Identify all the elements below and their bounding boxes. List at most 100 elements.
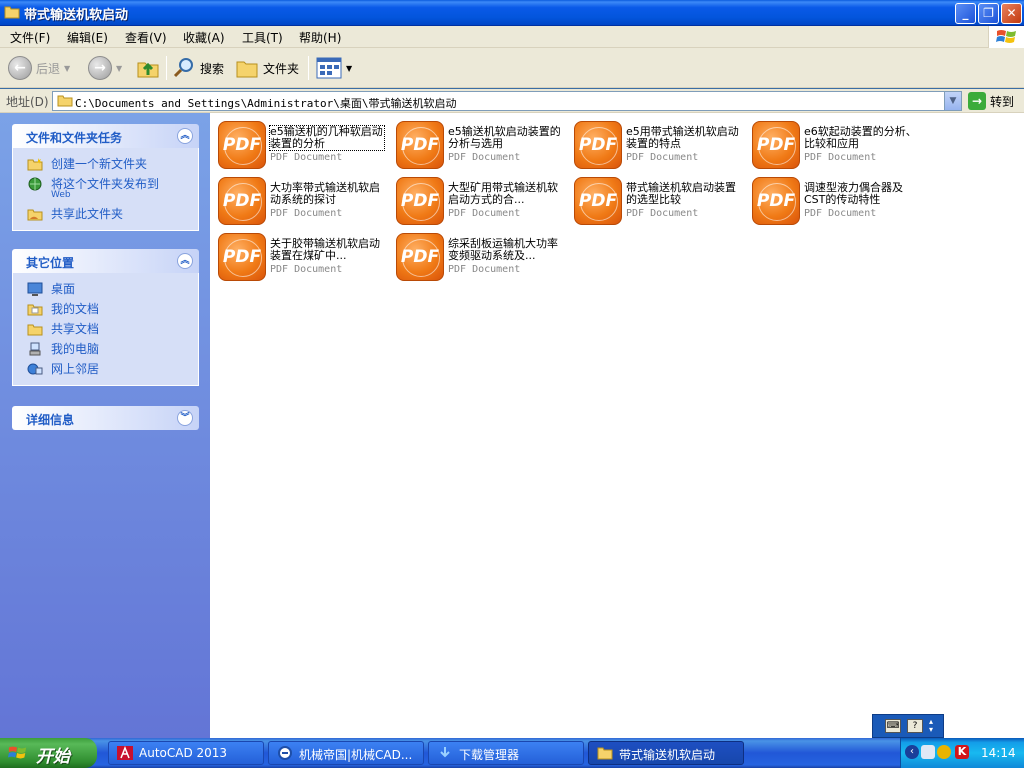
qq-icon[interactable] — [937, 745, 951, 759]
file-list: PDF e5输送机的几种软启动装置的分析 PDF Document PDF e5… — [210, 113, 1024, 738]
start-button[interactable]: 开始 — [0, 738, 97, 768]
place-network[interactable]: 网上邻居 — [13, 359, 198, 379]
details-panel: 详细信息 ︾ — [12, 406, 199, 430]
file-item[interactable]: PDF e5输送机软启动装置的分析与选用 PDF Document — [392, 117, 570, 173]
share-folder-icon — [27, 209, 43, 221]
back-arrow-icon: ← — [8, 56, 32, 80]
file-name: e5输送机软启动装置的分析与选用 — [448, 125, 561, 150]
task-pane: 文件和文件夹任务 ︽ 创建一个新文件夹 将这个文件夹发布到 Web 共享此文件夹… — [0, 113, 210, 738]
publish-web-link[interactable]: 将这个文件夹发布到 Web — [13, 174, 198, 204]
file-item[interactable]: PDF e6软起动装置的分析、比较和应用 PDF Document — [748, 117, 926, 173]
place-shared-documents[interactable]: 共享文档 — [13, 319, 198, 339]
go-button[interactable]: → 转到 — [968, 92, 1014, 110]
menu-tools[interactable]: 工具(T) — [242, 29, 283, 46]
windows-flag-icon — [996, 30, 1016, 43]
task-autocad[interactable]: AutoCAD 2013 — [108, 741, 264, 765]
go-arrow-icon: → — [968, 92, 986, 110]
create-folder-link[interactable]: 创建一个新文件夹 — [13, 154, 198, 174]
menu-favorites[interactable]: 收藏(A) — [183, 29, 225, 46]
address-input[interactable]: C:\Documents and Settings\Administrator\… — [52, 91, 962, 111]
place-my-computer[interactable]: 我的电脑 — [13, 339, 198, 359]
address-bar: 地址(D) C:\Documents and Settings\Administ… — [0, 89, 1024, 113]
address-dropdown-button[interactable]: ▼ — [944, 92, 961, 110]
file-type: PDF Document — [626, 152, 699, 163]
download-icon — [440, 747, 450, 758]
antivirus-icon[interactable]: K — [955, 745, 969, 759]
file-item[interactable]: PDF 大型矿用带式输送机软启动方式的合... PDF Document — [392, 173, 570, 229]
collapse-icon[interactable]: ︽ — [177, 253, 193, 269]
file-name: e6软起动装置的分析、比较和应用 — [804, 125, 917, 150]
file-name: e5用带式输送机软启动装置的特点 — [626, 125, 739, 150]
file-name: 调速型液力偶合器及CST的传动特性 — [804, 181, 903, 206]
file-type: PDF Document — [804, 152, 877, 163]
pdf-file-icon: PDF — [752, 177, 800, 225]
forward-button[interactable]: → ▼ — [88, 54, 122, 82]
pdf-file-icon: PDF — [218, 233, 266, 281]
views-button[interactable]: ▼ — [316, 54, 352, 82]
file-item[interactable]: PDF e5输送机的几种软启动装置的分析 PDF Document — [214, 117, 392, 173]
folder-icon — [57, 95, 73, 107]
keyboard-icon[interactable]: ⌨ — [885, 719, 901, 733]
options-icon[interactable]: ▴ ▾ — [929, 718, 933, 734]
forward-arrow-icon: → — [88, 56, 112, 80]
panel-header[interactable]: 详细信息 ︾ — [12, 406, 199, 430]
file-name: 关于胶带输送机软启动装置在煤矿中... — [270, 237, 380, 262]
chevron-down-icon: ▼ — [116, 63, 123, 73]
menu-file[interactable]: 文件(F) — [10, 29, 50, 46]
file-name: 综采刮板运输机大功率变频驱动系统及... — [448, 237, 558, 262]
file-item[interactable]: PDF 综采刮板运输机大功率变频驱动系统及... PDF Document — [392, 229, 570, 285]
panel-header[interactable]: 文件和文件夹任务 ︽ — [12, 124, 199, 148]
pdf-file-icon: PDF — [396, 121, 444, 169]
minimize-button[interactable]: _ — [955, 3, 976, 24]
file-name: e5输送机的几种软启动装置的分析 — [269, 125, 385, 151]
file-item[interactable]: PDF 带式输送机软启动装置的选型比较 PDF Document — [570, 173, 748, 229]
help-icon[interactable]: ? — [907, 719, 923, 733]
up-folder-button[interactable] — [136, 54, 160, 82]
restore-button[interactable]: ❐ — [978, 3, 999, 24]
chevron-down-icon: ▼ — [346, 63, 353, 73]
file-type: PDF Document — [804, 208, 877, 219]
menu-help[interactable]: 帮助(H) — [299, 29, 341, 46]
pdf-file-icon: PDF — [218, 177, 266, 225]
file-type: PDF Document — [270, 208, 343, 219]
folder-icon — [597, 747, 613, 760]
menu-edit[interactable]: 编辑(E) — [67, 29, 108, 46]
show-hidden-icons-button[interactable]: ‹ — [905, 745, 919, 759]
file-item[interactable]: PDF e5用带式输送机软启动装置的特点 PDF Document — [570, 117, 748, 173]
pdf-file-icon: PDF — [752, 121, 800, 169]
file-item[interactable]: PDF 调速型液力偶合器及CST的传动特性 PDF Document — [748, 173, 926, 229]
place-my-documents[interactable]: 我的文档 — [13, 299, 198, 319]
file-type: PDF Document — [448, 208, 521, 219]
file-type: PDF Document — [270, 264, 343, 275]
expand-icon[interactable]: ︾ — [177, 410, 193, 426]
folders-button[interactable]: 文件夹 — [235, 54, 299, 82]
share-folder-link[interactable]: 共享此文件夹 — [13, 204, 198, 224]
pdf-file-icon: PDF — [396, 233, 444, 281]
windows-logo — [988, 26, 1024, 48]
language-bar[interactable]: ⌨ ? ▴ ▾ — [872, 714, 944, 738]
pdf-file-icon: PDF — [574, 121, 622, 169]
close-button[interactable]: ✕ — [1001, 3, 1022, 24]
search-button[interactable]: 搜索 — [172, 54, 224, 82]
title-bar[interactable]: 带式输送机软启动 _ ❐ ✕ — [0, 0, 1024, 26]
file-name: 带式输送机软启动装置的选型比较 — [626, 181, 736, 206]
my-documents-icon — [27, 304, 43, 316]
panel-header[interactable]: 其它位置 ︽ — [12, 249, 199, 273]
file-item[interactable]: PDF 关于胶带输送机软启动装置在煤矿中... PDF Document — [214, 229, 392, 285]
search-icon — [173, 58, 193, 78]
place-desktop[interactable]: 桌面 — [13, 279, 198, 299]
file-name: 大功率带式输送机软启动系统的探讨 — [270, 181, 380, 206]
pdf-file-icon: PDF — [574, 177, 622, 225]
desktop-icon — [27, 282, 43, 296]
network-icon[interactable] — [921, 745, 935, 759]
menu-view[interactable]: 查看(V) — [125, 29, 167, 46]
new-folder-icon — [27, 158, 43, 171]
task-browser[interactable]: 机械帝国|机械CAD... — [268, 741, 424, 765]
clock[interactable]: 14:14 — [981, 746, 1016, 760]
toolbar: ← 后退 ▼ → ▼ 搜索 文件夹 ▼ — [0, 48, 1024, 88]
task-download-manager[interactable]: 下载管理器 — [428, 741, 584, 765]
back-button[interactable]: ← 后退 ▼ — [8, 54, 70, 82]
file-item[interactable]: PDF 大功率带式输送机软启动系统的探讨 PDF Document — [214, 173, 392, 229]
collapse-icon[interactable]: ︽ — [177, 128, 193, 144]
task-explorer-window[interactable]: 带式输送机软启动 — [588, 741, 744, 765]
